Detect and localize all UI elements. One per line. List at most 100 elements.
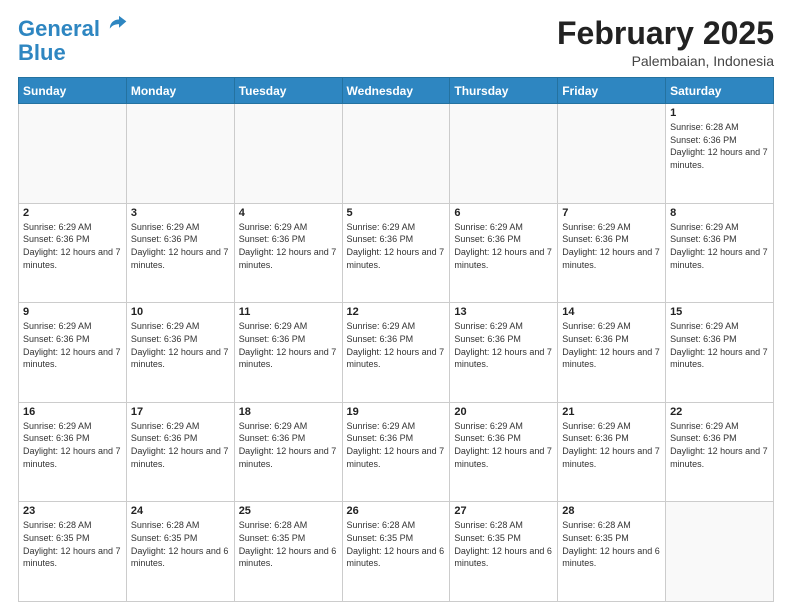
calendar-day-cell: 10 Sunrise: 6:29 AM Sunset: 6:36 PM Dayli… <box>126 303 234 403</box>
calendar-day-cell: 4Sunrise: 6:29 AM Sunset: 6:36 PM Daylig… <box>234 203 342 303</box>
calendar-day-cell: 9 Sunrise: 6:29 AM Sunset: 6:36 PM Daylig… <box>19 303 127 403</box>
calendar-week-row: 1 Sunrise: 6:28 AM Sunset: 6:36 PM Daylig… <box>19 104 774 204</box>
col-monday: Monday <box>126 78 234 104</box>
calendar-day-cell: 26 Sunrise: 6:28 AM Sunset: 6:35 PM Dayli… <box>342 502 450 602</box>
day-number: 19 <box>347 406 446 418</box>
day-number: 24 <box>131 505 230 517</box>
calendar-day-cell: 6 Sunrise: 6:29 AM Sunset: 6:36 PM Daylig… <box>450 203 558 303</box>
calendar-day-cell: 18 Sunrise: 6:29 AM Sunset: 6:36 PM Dayli… <box>234 402 342 502</box>
calendar-day-cell: 28 Sunrise: 6:28 AM Sunset: 6:35 PM Dayli… <box>558 502 666 602</box>
calendar-day-cell: 17 Sunrise: 6:29 AM Sunset: 6:36 PM Dayli… <box>126 402 234 502</box>
col-wednesday: Wednesday <box>342 78 450 104</box>
calendar-day-cell <box>342 104 450 204</box>
day-number: 16 <box>23 406 122 418</box>
calendar-day-cell <box>558 104 666 204</box>
calendar-day-cell: 23 Sunrise: 6:28 AM Sunset: 6:35 PM Dayli… <box>19 502 127 602</box>
calendar-day-cell: 24 Sunrise: 6:28 AM Sunset: 6:35 PM Dayli… <box>126 502 234 602</box>
col-sunday: Sunday <box>19 78 127 104</box>
calendar-day-cell: 12 Sunrise: 6:29 AM Sunset: 6:36 PM Dayli… <box>342 303 450 403</box>
calendar-week-row: 2 Sunrise: 6:29 AM Sunset: 6:36 PM Daylig… <box>19 203 774 303</box>
day-number: 5 <box>347 207 446 219</box>
calendar-day-cell <box>666 502 774 602</box>
location: Palembaian, Indonesia <box>557 53 774 69</box>
calendar-day-cell: 7 Sunrise: 6:29 AM Sunset: 6:36 PM Daylig… <box>558 203 666 303</box>
calendar-day-cell: 19Sunrise: 6:29 AM Sunset: 6:36 PM Dayli… <box>342 402 450 502</box>
calendar-day-cell: 21 Sunrise: 6:29 AM Sunset: 6:36 PM Dayli… <box>558 402 666 502</box>
calendar-day-cell <box>126 104 234 204</box>
calendar-week-row: 16 Sunrise: 6:29 AM Sunset: 6:36 PM Dayli… <box>19 402 774 502</box>
day-info: Sunrise: 6:29 AM Sunset: 6:36 PM Dayligh… <box>131 320 230 370</box>
day-info: Sunrise: 6:28 AM Sunset: 6:35 PM Dayligh… <box>454 519 553 569</box>
logo-line1: General <box>18 16 100 41</box>
day-info: Sunrise: 6:29 AM Sunset: 6:36 PM Dayligh… <box>670 320 769 370</box>
day-info: Sunrise: 6:28 AM Sunset: 6:35 PM Dayligh… <box>347 519 446 569</box>
day-info: Sunrise: 6:29 AM Sunset: 6:36 PM Dayligh… <box>131 221 230 271</box>
calendar-body: 1 Sunrise: 6:28 AM Sunset: 6:36 PM Daylig… <box>19 104 774 602</box>
col-thursday: Thursday <box>450 78 558 104</box>
calendar-day-cell: 27 Sunrise: 6:28 AM Sunset: 6:35 PM Dayli… <box>450 502 558 602</box>
month-title: February 2025 <box>557 16 774 51</box>
day-number: 18 <box>239 406 338 418</box>
day-info: Sunrise: 6:29 AM Sunset: 6:36 PM Dayligh… <box>239 420 338 470</box>
day-number: 6 <box>454 207 553 219</box>
day-info: Sunrise: 6:29 AM Sunset: 6:36 PM Dayligh… <box>239 320 338 370</box>
day-number: 10 <box>131 306 230 318</box>
calendar-day-cell: 13 Sunrise: 6:29 AM Sunset: 6:36 PM Dayli… <box>450 303 558 403</box>
day-info: Sunrise: 6:29 AM Sunset: 6:36 PM Dayligh… <box>562 221 661 271</box>
calendar-day-cell: 22Sunrise: 6:29 AM Sunset: 6:36 PM Dayli… <box>666 402 774 502</box>
calendar-day-cell <box>234 104 342 204</box>
day-info: Sunrise: 6:28 AM Sunset: 6:35 PM Dayligh… <box>239 519 338 569</box>
day-number: 28 <box>562 505 661 517</box>
page: General Blue February 2025 Palembaian, I… <box>0 0 792 612</box>
day-info: Sunrise: 6:29 AM Sunset: 6:36 PM Dayligh… <box>347 221 446 271</box>
day-info: Sunrise: 6:29 AM Sunset: 6:36 PM Dayligh… <box>347 320 446 370</box>
day-number: 11 <box>239 306 338 318</box>
day-number: 12 <box>347 306 446 318</box>
day-number: 27 <box>454 505 553 517</box>
day-number: 7 <box>562 207 661 219</box>
day-info: Sunrise: 6:28 AM Sunset: 6:35 PM Dayligh… <box>562 519 661 569</box>
day-info: Sunrise: 6:29 AM Sunset: 6:36 PM Dayligh… <box>454 420 553 470</box>
calendar-table: Sunday Monday Tuesday Wednesday Thursday… <box>18 77 774 602</box>
logo-text2: Blue <box>18 41 66 65</box>
calendar-day-cell: 20 Sunrise: 6:29 AM Sunset: 6:36 PM Dayli… <box>450 402 558 502</box>
day-number: 1 <box>670 107 769 119</box>
calendar-day-cell: 8 Sunrise: 6:29 AM Sunset: 6:36 PM Daylig… <box>666 203 774 303</box>
day-number: 14 <box>562 306 661 318</box>
day-number: 25 <box>239 505 338 517</box>
day-number: 23 <box>23 505 122 517</box>
col-friday: Friday <box>558 78 666 104</box>
day-info: Sunrise: 6:29 AM Sunset: 6:36 PM Dayligh… <box>670 221 769 271</box>
day-number: 20 <box>454 406 553 418</box>
day-info: Sunrise: 6:29 AM Sunset: 6:36 PM Dayligh… <box>454 221 553 271</box>
day-number: 15 <box>670 306 769 318</box>
calendar-day-cell: 15 Sunrise: 6:29 AM Sunset: 6:36 PM Dayli… <box>666 303 774 403</box>
day-info: Sunrise: 6:28 AM Sunset: 6:35 PM Dayligh… <box>23 519 122 569</box>
day-info: Sunrise: 6:29 AM Sunset: 6:36 PM Dayligh… <box>562 320 661 370</box>
day-info: Sunrise: 6:29 AM Sunset: 6:36 PM Dayligh… <box>454 320 553 370</box>
day-info: Sunrise: 6:29 AM Sunset: 6:36 PM Dayligh… <box>562 420 661 470</box>
day-number: 26 <box>347 505 446 517</box>
day-info: Sunrise: 6:29 AM Sunset: 6:36 PM Dayligh… <box>23 320 122 370</box>
title-area: February 2025 Palembaian, Indonesia <box>557 16 774 69</box>
day-info: Sunrise: 6:29 AM Sunset: 6:36 PM Dayligh… <box>670 420 769 470</box>
day-number: 9 <box>23 306 122 318</box>
day-number: 21 <box>562 406 661 418</box>
calendar-day-cell: 5 Sunrise: 6:29 AM Sunset: 6:36 PM Daylig… <box>342 203 450 303</box>
day-info: Sunrise: 6:28 AM Sunset: 6:36 PM Dayligh… <box>670 121 769 171</box>
day-info: Sunrise: 6:29 AM Sunset: 6:36 PM Dayligh… <box>23 221 122 271</box>
calendar-day-cell: 11 Sunrise: 6:29 AM Sunset: 6:36 PM Dayli… <box>234 303 342 403</box>
day-info: Sunrise: 6:28 AM Sunset: 6:35 PM Dayligh… <box>131 519 230 569</box>
day-number: 3 <box>131 207 230 219</box>
day-info: Sunrise: 6:29 AM Sunset: 6:36 PM Dayligh… <box>131 420 230 470</box>
day-number: 2 <box>23 207 122 219</box>
day-info: Sunrise: 6:29 AM Sunset: 6:36 PM Dayligh… <box>239 221 338 271</box>
day-number: 13 <box>454 306 553 318</box>
calendar-day-cell <box>19 104 127 204</box>
calendar-day-cell <box>450 104 558 204</box>
calendar-day-cell: 14 Sunrise: 6:29 AM Sunset: 6:36 PM Dayli… <box>558 303 666 403</box>
logo-text: General <box>18 16 130 41</box>
day-number: 8 <box>670 207 769 219</box>
day-number: 17 <box>131 406 230 418</box>
day-info: Sunrise: 6:29 AM Sunset: 6:36 PM Dayligh… <box>23 420 122 470</box>
